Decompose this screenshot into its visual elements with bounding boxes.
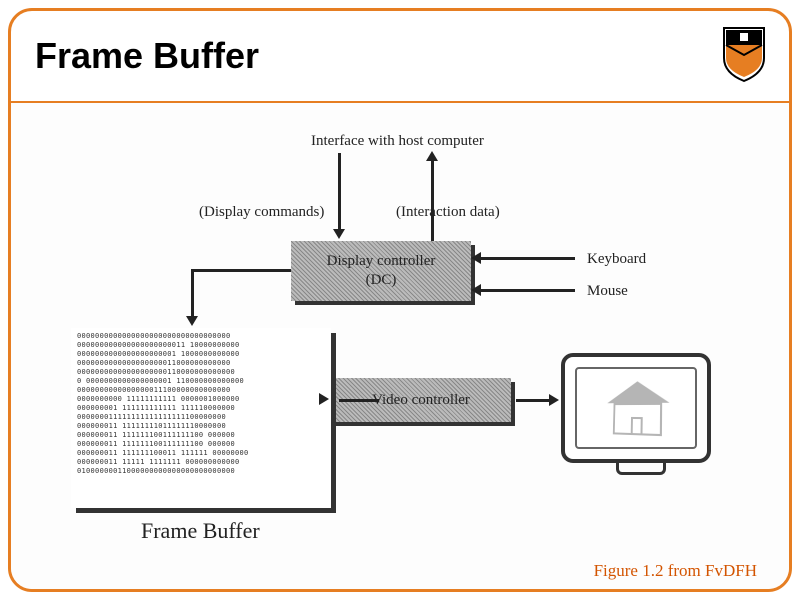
arrow-data-up-head [426,151,438,161]
frame-buffer-box: 0000000000000000000000000000000000000000… [71,328,331,508]
title-bar: Frame Buffer [11,11,789,103]
arrow-fb-vc-head [319,393,329,405]
arrow-dc-fb-h [191,269,291,272]
arrow-keyboard [481,257,575,260]
slide-title: Frame Buffer [35,35,259,77]
arrow-data-up [431,161,434,241]
dc-label: Display controller (DC) [327,252,436,290]
monitor-icon [561,353,721,483]
label-mouse: Mouse [587,283,628,300]
label-interaction-data: (Interaction data) [396,204,500,221]
arrow-mouse-head [471,284,481,296]
house-icon [605,380,669,437]
label-frame-buffer: Frame Buffer [141,518,260,544]
label-display-commands: (Display commands) [199,204,324,221]
label-keyboard: Keyboard [587,251,646,268]
diagram-area: Interface with host computer (Display co… [11,103,789,589]
princeton-shield-icon [719,23,769,88]
label-host-interface: Interface with host computer [311,133,484,150]
figure-caption: Figure 1.2 from FvDFH [594,561,757,581]
arrow-cmds-down-head [333,229,345,239]
arrow-dc-fb-v [191,269,194,318]
arrow-cmds-down [338,153,341,231]
arrow-vc-monitor [516,399,551,402]
slide-frame: Frame Buffer Interface with host compute… [8,8,792,592]
arrow-fb-vc-h [339,399,379,402]
arrow-vc-monitor-head [549,394,559,406]
arrow-dc-fb-head [186,316,198,326]
arrow-mouse [481,289,575,292]
arrow-keyboard-head [471,252,481,264]
vc-label: Video controller [372,391,470,410]
display-controller-box: Display controller (DC) [291,241,471,301]
